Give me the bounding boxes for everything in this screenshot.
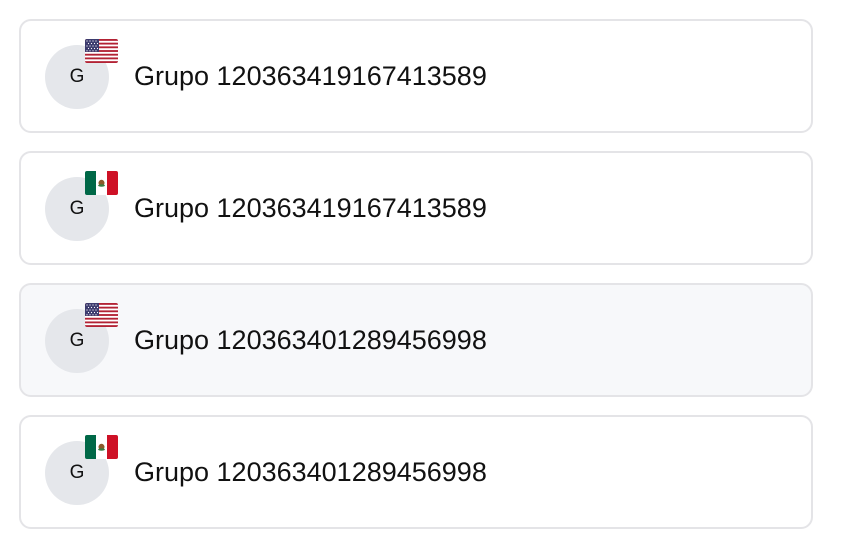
avatar-initial: G xyxy=(69,198,85,219)
group-list: G Grupo 120363419167413589 G Grupo 12036… xyxy=(0,0,842,544)
us-flag-icon xyxy=(85,39,118,63)
mx-flag-icon xyxy=(85,435,118,459)
us-flag-icon xyxy=(85,303,118,327)
group-card[interactable]: G Grupo 120363419167413589 xyxy=(19,151,813,265)
group-card[interactable]: G xyxy=(19,19,813,133)
group-name: Grupo 120363419167413589 xyxy=(134,193,487,223)
group-name: Grupo 120363401289456998 xyxy=(134,325,487,355)
group-card[interactable]: G Grupo 120363401289456998 xyxy=(19,415,813,529)
avatar-initial: G xyxy=(69,462,85,483)
avatar-initial: G xyxy=(69,66,85,87)
mx-flag-icon xyxy=(85,171,118,195)
avatar-initial: G xyxy=(69,330,85,351)
group-name: Grupo 120363401289456998 xyxy=(134,457,487,487)
group-name: Grupo 120363419167413589 xyxy=(134,61,487,91)
group-card[interactable]: G xyxy=(19,283,813,397)
